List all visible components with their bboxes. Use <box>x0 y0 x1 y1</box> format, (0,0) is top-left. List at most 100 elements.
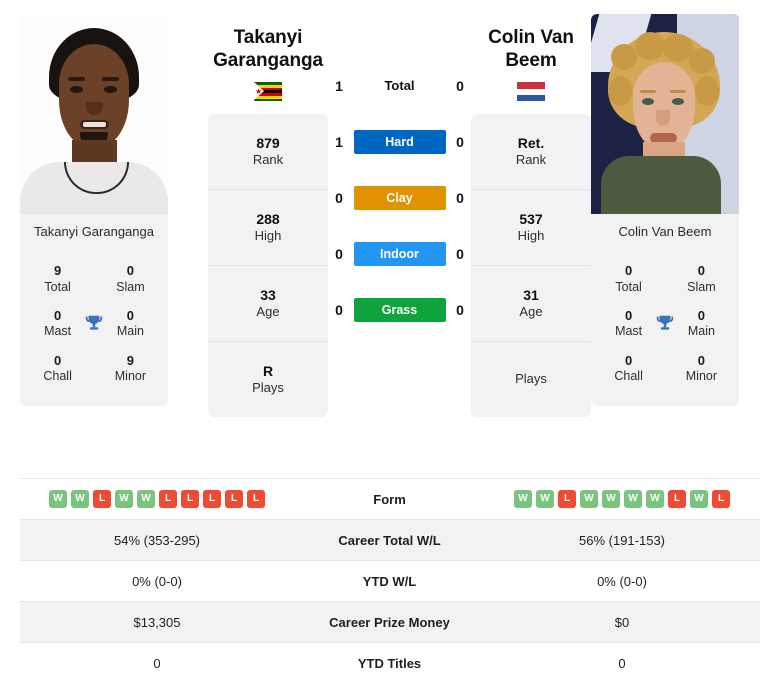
right-masters-titles: 0 Mast <box>615 308 643 339</box>
left-grass-count: 0 <box>335 302 343 318</box>
form-badge-w: W <box>115 490 133 508</box>
right-titles-row-1: 0 Total 0 Slam <box>591 257 739 302</box>
right-player-photo <box>591 14 739 214</box>
left-titles-row-2: 0 Mast 0 Main <box>20 302 168 347</box>
left-slam-titles: 0 Slam <box>116 263 145 294</box>
left-main-titles: 0 Main <box>116 308 144 339</box>
right-player-photo-name: Colin Van Beem <box>591 214 739 252</box>
form-badge-l: L <box>712 490 730 508</box>
left-high-cell: 288 High <box>208 190 328 267</box>
form-badge-l: L <box>558 490 576 508</box>
row-label-ytd-wl: YTD W/L <box>294 560 485 602</box>
right-titles-row-3: 0 Chall 0 Minor <box>591 347 739 392</box>
surface-label-total: Total <box>384 78 415 93</box>
row-label-ytd-titles: YTD Titles <box>294 642 485 684</box>
right-player-info-column: Colin Van Beem Ret. Rank 537 High 31 Age… <box>471 0 591 418</box>
surface-row-grass: 0 Grass 0 <box>328 282 471 338</box>
left-titles-row-3: 0 Chall 9 Minor <box>20 347 168 392</box>
table-row-form: WWLWWLLLLL Form WWLWWWWLWL <box>19 478 760 520</box>
right-career-prize-money: $0 <box>484 601 760 643</box>
left-player-info-column: Takanyi Garanganga ★ 879 Rank 288 High 3… <box>208 0 328 418</box>
right-ytd-titles: 0 <box>484 642 760 684</box>
right-titles-row-2: 0 Mast 0 Main <box>591 302 739 347</box>
left-player-rank-card: 879 Rank 288 High 33 Age R Plays <box>208 114 328 418</box>
trophy-icon <box>81 313 107 335</box>
left-form-cell: WWLWWLLLLL <box>19 478 295 520</box>
player-comparison-page: Takanyi Garanganga 9 Total 0 Slam 0 Mast… <box>0 0 779 699</box>
right-total-surface-count: 0 <box>456 78 464 94</box>
right-rank-cell: Ret. Rank <box>471 114 591 191</box>
form-badge-l: L <box>668 490 686 508</box>
surface-row-clay: 0 Clay 0 <box>328 170 471 226</box>
form-badge-w: W <box>690 490 708 508</box>
table-row-ytd-titles: 0 YTD Titles 0 <box>19 642 760 684</box>
left-titles-row-1: 9 Total 0 Slam <box>20 257 168 302</box>
surface-row-indoor: 0 Indoor 0 <box>328 226 471 282</box>
table-row-ytd-wl: 0% (0-0) YTD W/L 0% (0-0) <box>19 560 760 602</box>
row-label-form: Form <box>294 478 485 520</box>
surface-row-total: 1 Total 0 <box>328 58 471 114</box>
form-badge-w: W <box>49 490 67 508</box>
table-row-career-prize-money: $13,305 Career Prize Money $0 <box>19 601 760 643</box>
comparison-stats-table: WWLWWLLLLL Form WWLWWWWLWL 54% (353-295)… <box>19 478 760 684</box>
right-indoor-count: 0 <box>456 246 464 262</box>
surface-label-grass: Grass <box>353 298 446 322</box>
right-grass-count: 0 <box>456 302 464 318</box>
right-high-cell: 537 High <box>471 190 591 267</box>
form-badge-w: W <box>602 490 620 508</box>
form-badge-l: L <box>203 490 221 508</box>
left-clay-count: 0 <box>335 190 343 206</box>
form-badge-l: L <box>181 490 199 508</box>
form-badge-w: W <box>646 490 664 508</box>
left-player-photo-card: Takanyi Garanganga 9 Total 0 Slam 0 Mast… <box>20 14 168 406</box>
left-player-photo <box>20 14 168 214</box>
right-clay-count: 0 <box>456 190 464 206</box>
left-form-badges: WWLWWLLLLL <box>20 490 295 508</box>
form-badge-w: W <box>137 490 155 508</box>
left-hard-count: 1 <box>335 134 343 150</box>
surface-label-hard: Hard <box>353 130 446 154</box>
form-badge-w: W <box>71 490 89 508</box>
surface-label-clay: Clay <box>353 186 446 210</box>
right-form-cell: WWLWWWWLWL <box>484 478 760 520</box>
form-badge-w: W <box>514 490 532 508</box>
form-badge-l: L <box>159 490 177 508</box>
right-player-rank-card: Ret. Rank 537 High 31 Age Plays <box>471 114 591 418</box>
left-player-flag-wrap: ★ <box>208 82 328 104</box>
left-ytd-titles: 0 <box>19 642 295 684</box>
left-minor-titles: 9 Minor <box>114 353 147 384</box>
right-total-titles: 0 Total <box>615 263 642 294</box>
left-player-card: Takanyi Garanganga 9 Total 0 Slam 0 Mast… <box>20 0 188 406</box>
left-plays-cell: R Plays <box>252 363 284 396</box>
comparison-header: Takanyi Garanganga 9 Total 0 Slam 0 Mast… <box>0 0 779 478</box>
zw-flag-icon: ★ <box>254 82 282 102</box>
left-ytd-wl: 0% (0-0) <box>19 560 295 602</box>
right-player-photo-card: Colin Van Beem 0 Total 0 Slam 0 Mast 0 M… <box>591 14 739 406</box>
form-badge-l: L <box>247 490 265 508</box>
right-plays-cell: Plays <box>515 371 547 387</box>
left-career-total-wl: 54% (353-295) <box>19 519 295 561</box>
form-badge-w: W <box>580 490 598 508</box>
left-challenger-titles: 0 Chall <box>43 353 72 384</box>
left-career-prize-money: $13,305 <box>19 601 295 643</box>
surface-row-hard: 1 Hard 0 <box>328 114 471 170</box>
right-player-name: Colin Van Beem <box>488 27 574 72</box>
right-minor-titles: 0 Minor <box>685 353 718 384</box>
nl-flag-icon <box>517 82 545 102</box>
left-total-titles: 9 Total <box>44 263 71 294</box>
row-label-career-total-wl: Career Total W/L <box>294 519 485 561</box>
left-age-cell: 33 Age <box>208 266 328 343</box>
form-badge-l: L <box>93 490 111 508</box>
form-badge-l: L <box>225 490 243 508</box>
left-player-name: Takanyi Garanganga <box>213 27 323 72</box>
right-player-flag-wrap <box>471 82 591 104</box>
left-player-titles-grid: 9 Total 0 Slam 0 Mast 0 Main 0 Chall 9 M… <box>20 251 168 406</box>
right-player-titles-grid: 0 Total 0 Slam 0 Mast 0 Main 0 Chall 0 M… <box>591 251 739 406</box>
left-rank-cell: 879 Rank <box>208 114 328 191</box>
right-main-titles: 0 Main <box>687 308 715 339</box>
table-row-career-total-wl: 54% (353-295) Career Total W/L 56% (191-… <box>19 519 760 561</box>
right-form-badges: WWLWWWWLWL <box>485 490 760 508</box>
trophy-icon <box>652 313 678 335</box>
right-player-card: Colin Van Beem 0 Total 0 Slam 0 Mast 0 M… <box>591 0 759 406</box>
form-badge-w: W <box>624 490 642 508</box>
